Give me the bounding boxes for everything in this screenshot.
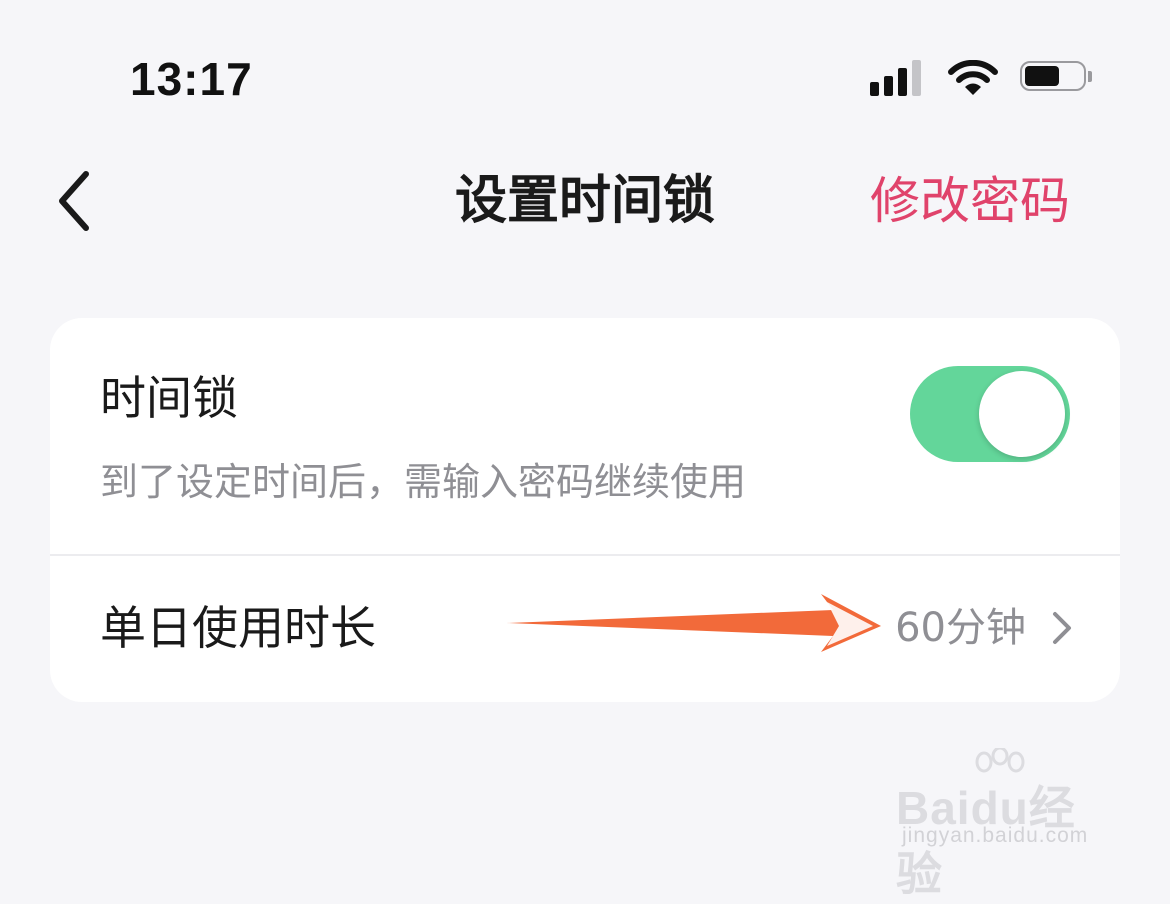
status-time: 13:17 bbox=[130, 53, 253, 105]
watermark: Baidu经验 jingyan.baidu.com bbox=[896, 748, 1116, 900]
time-lock-row: 时间锁 到了设定时间后，需输入密码继续使用 bbox=[50, 318, 1120, 554]
watermark-url: jingyan.baidu.com bbox=[902, 824, 1089, 847]
cellular-signal-icon bbox=[870, 60, 926, 96]
change-password-button[interactable]: 修改密码 bbox=[870, 168, 1070, 234]
chevron-right-icon bbox=[1053, 612, 1071, 644]
time-lock-title: 时间锁 bbox=[100, 371, 238, 425]
toggle-knob bbox=[979, 371, 1065, 457]
wifi-icon bbox=[948, 60, 998, 95]
time-lock-toggle[interactable] bbox=[910, 366, 1070, 462]
daily-usage-value: 60分钟 bbox=[895, 605, 1026, 651]
time-lock-description: 到了设定时间后，需输入密码继续使用 bbox=[100, 460, 747, 504]
daily-usage-label: 单日使用时长 bbox=[100, 601, 376, 655]
status-icons bbox=[870, 58, 1092, 98]
pointer-arrow-icon bbox=[507, 594, 881, 652]
battery-icon bbox=[1020, 61, 1092, 95]
